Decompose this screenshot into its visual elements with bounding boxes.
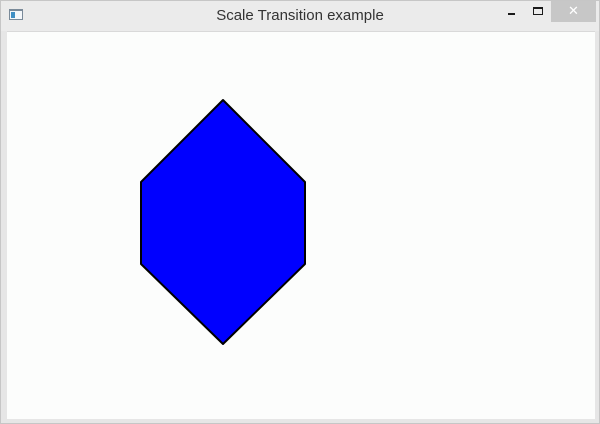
close-icon: ✕ — [568, 4, 579, 19]
minimize-button[interactable] — [497, 1, 525, 22]
content-area — [7, 31, 595, 419]
maximize-icon — [533, 7, 543, 15]
minimize-icon — [508, 13, 515, 15]
app-window: Scale Transition example ✕ — [0, 0, 600, 424]
maximize-button[interactable] — [525, 1, 551, 22]
scene-canvas — [140, 99, 306, 345]
hexagon-shape — [140, 99, 306, 345]
title-bar[interactable]: Scale Transition example ✕ — [1, 1, 599, 31]
close-button[interactable]: ✕ — [551, 1, 596, 22]
